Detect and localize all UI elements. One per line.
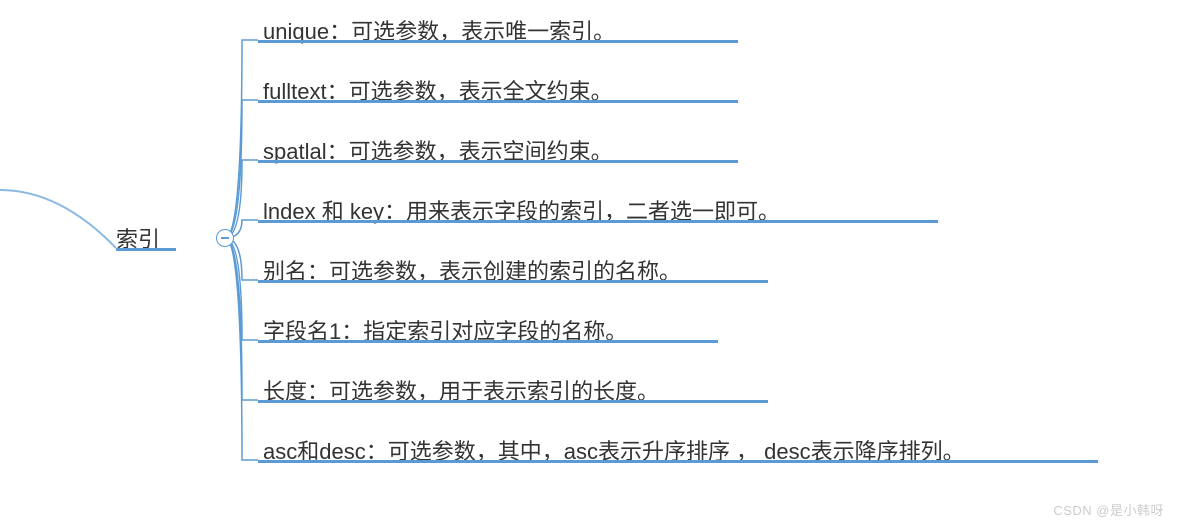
- watermark: CSDN @是小韩呀: [1053, 500, 1164, 519]
- collapse-toggle[interactable]: [216, 229, 234, 247]
- child-underline: [258, 400, 768, 403]
- watermark-text: CSDN @是小韩呀: [1053, 503, 1164, 518]
- child-underline: [258, 460, 1098, 463]
- root-underline: [116, 248, 176, 251]
- child-underline: [258, 160, 738, 163]
- child-underline: [258, 280, 768, 283]
- child-underline: [258, 220, 938, 223]
- child-underline: [258, 340, 718, 343]
- child-underline: [258, 40, 738, 43]
- child-underline: [258, 100, 738, 103]
